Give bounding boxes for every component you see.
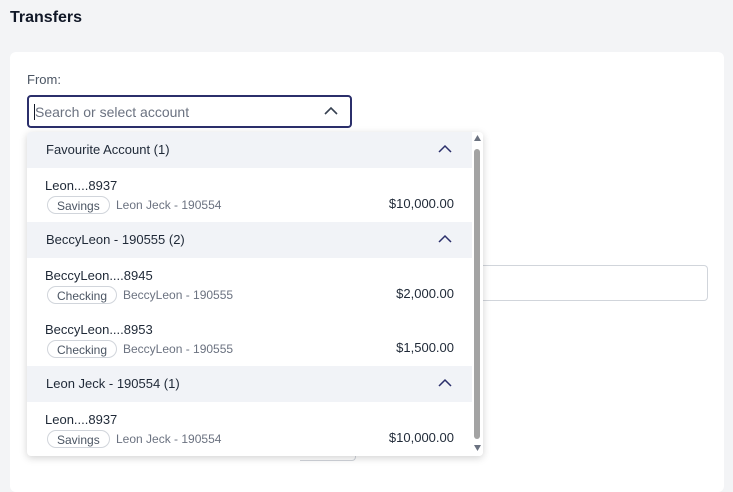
account-type-badge: Checking xyxy=(47,286,118,304)
account-owner: Leon Jeck - 190554 xyxy=(116,198,222,212)
chevron-up-icon[interactable] xyxy=(438,378,452,388)
account-option[interactable]: BeccyLeon....8945 Checking BeccyLeon - 1… xyxy=(27,258,472,312)
account-name: BeccyLeon....8945 xyxy=(45,268,153,283)
account-dropdown: Favourite Account (1) Leon....8937 Savin… xyxy=(27,132,483,456)
account-search-input[interactable] xyxy=(35,97,305,126)
chevron-up-icon[interactable] xyxy=(438,234,452,244)
background-input-field[interactable] xyxy=(470,265,708,301)
scroll-up-arrow-icon[interactable] xyxy=(474,135,481,141)
group-header-beccyleon[interactable]: BeccyLeon - 190555 (2) xyxy=(27,222,472,258)
account-type-badge: Savings xyxy=(47,196,110,214)
scroll-down-arrow-icon[interactable] xyxy=(474,445,481,451)
from-account-select[interactable] xyxy=(27,95,352,128)
account-owner: BeccyLeon - 190555 xyxy=(123,288,234,302)
group-title: Favourite Account (1) xyxy=(46,142,170,157)
account-owner: Leon Jeck - 190554 xyxy=(116,432,222,446)
account-balance: $10,000.00 xyxy=(388,196,454,211)
account-balance: $10,000.00 xyxy=(388,430,454,445)
page-title: Transfers xyxy=(10,9,83,26)
text-cursor xyxy=(34,104,35,120)
chevron-up-icon[interactable] xyxy=(324,105,338,117)
account-option[interactable]: Leon....8937 Savings Leon Jeck - 190554 … xyxy=(27,168,472,222)
account-name: Leon....8937 xyxy=(45,178,118,193)
chevron-up-icon[interactable] xyxy=(438,144,452,154)
group-title: Leon Jeck - 190554 (1) xyxy=(46,376,180,391)
account-balance: $1,500.00 xyxy=(396,340,454,355)
scrollbar-thumb[interactable] xyxy=(474,149,480,439)
account-type-badge: Savings xyxy=(47,430,110,448)
group-header-favourite[interactable]: Favourite Account (1) xyxy=(27,132,472,168)
group-header-leonjeck[interactable]: Leon Jeck - 190554 (1) xyxy=(27,366,472,402)
account-name: Leon....8937 xyxy=(45,412,118,427)
account-owner: BeccyLeon - 190555 xyxy=(123,342,234,356)
account-name: BeccyLeon....8953 xyxy=(45,322,153,337)
account-type-badge: Checking xyxy=(47,340,118,358)
account-option[interactable]: BeccyLeon....8953 Checking BeccyLeon - 1… xyxy=(27,312,472,366)
account-option[interactable]: Leon....8937 Savings Leon Jeck - 190554 … xyxy=(27,402,472,456)
from-label: From: xyxy=(27,72,61,87)
account-balance: $2,000.00 xyxy=(396,286,454,301)
group-title: BeccyLeon - 190555 (2) xyxy=(46,232,185,247)
